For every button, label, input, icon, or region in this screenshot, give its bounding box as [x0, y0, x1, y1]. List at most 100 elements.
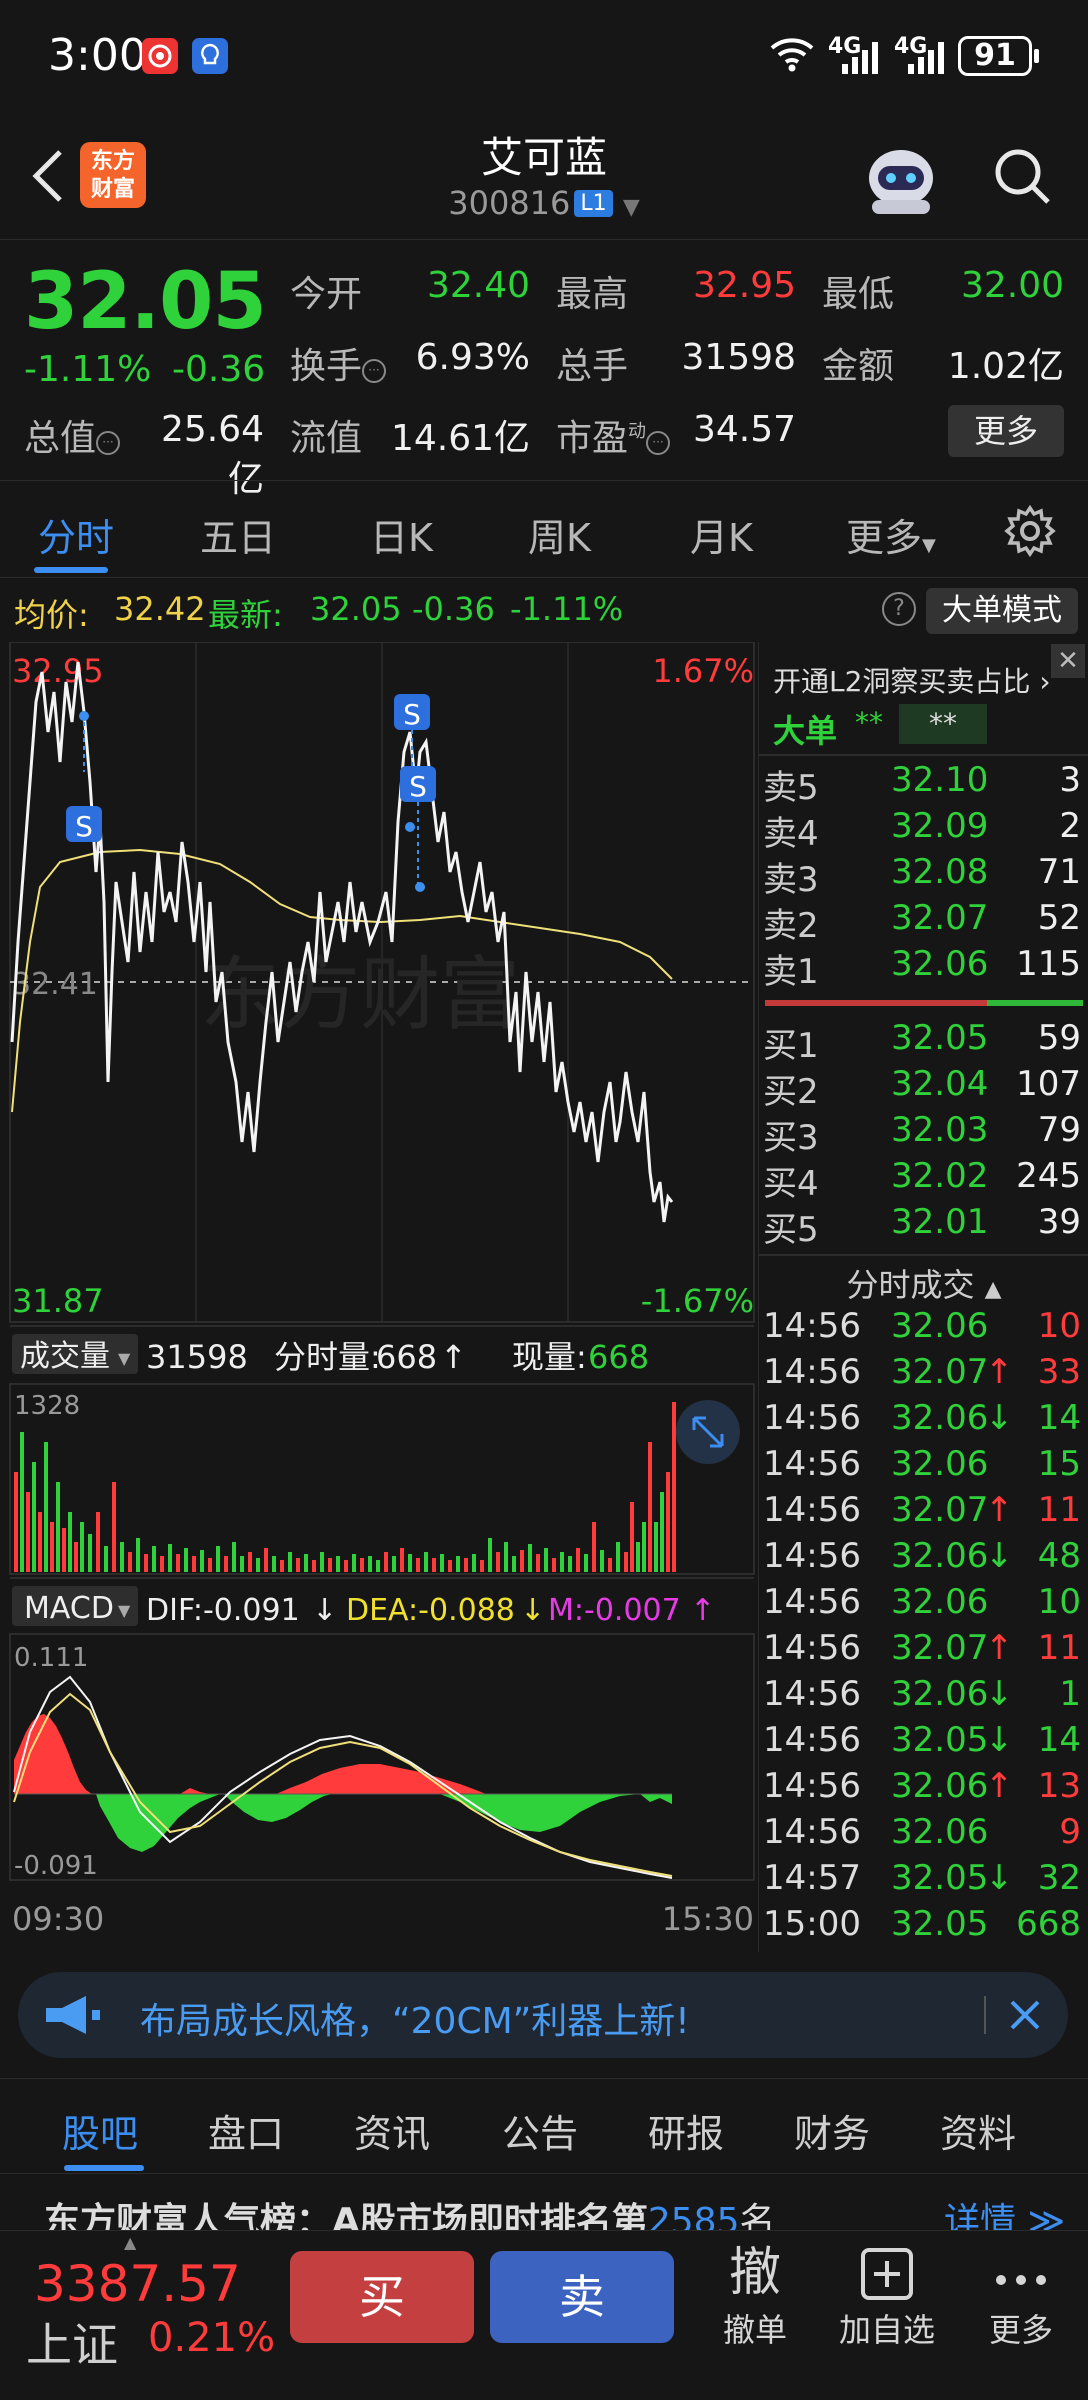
ask-row[interactable]: 卖4 32.09 2 [759, 806, 1088, 854]
tab-intraday[interactable]: 分时 [38, 507, 114, 562]
avg-price-row: 均价: 32.42 最新: 32.05 -0.36 -1.11% ? [0, 578, 1088, 640]
tab-five-day[interactable]: 五日 [200, 507, 276, 562]
market-cap-label: 总值 ··· [24, 409, 121, 461]
macd-selector[interactable]: MACD [24, 1591, 114, 1626]
change-amount: -0.36 [172, 349, 266, 390]
tick-time: 14:56 [763, 1812, 861, 1852]
macd-dif: DIF:-0.091 [146, 1593, 300, 1628]
current-volume-value: 668 [588, 1338, 649, 1376]
ask-row[interactable]: 卖5 32.10 3 [759, 760, 1088, 808]
tick-trade-row: 14:56 32.05 ↓ 14 [759, 1720, 1088, 1766]
more-quote-button[interactable]: 更多 [948, 405, 1064, 457]
plus-box-icon [832, 2241, 942, 2305]
index-name: 上证 [26, 2318, 118, 2372]
sell-button[interactable]: 卖 [490, 2251, 674, 2343]
tick-volume: 15 [1037, 1444, 1081, 1484]
tab-monthly-k[interactable]: 月K [690, 507, 753, 562]
details-link[interactable]: 详情 ≫ [944, 2192, 1065, 2230]
notification-bulb-icon [192, 38, 228, 74]
macd-top-label: 0.111 [14, 1643, 88, 1673]
tick-direction-arrow: ↑ [985, 1352, 1014, 1392]
tick-volume: 9 [1059, 1812, 1081, 1852]
tick-time: 14:56 [763, 1490, 861, 1530]
bid-row[interactable]: 买2 32.04 107 [759, 1064, 1088, 1112]
quote-panel: 32.05 -1.11% -0.36 今开 32.40 最高 32.95 最低 … [0, 241, 1088, 500]
intraday-chart-area[interactable]: 东方财富 32.95 1.67% 32.41 31.87 -1.67% S S … [0, 641, 756, 1952]
svg-text:▼: ▼ [118, 1601, 131, 1620]
settings-gear-icon[interactable] [1004, 504, 1056, 561]
popularity-rank-row[interactable]: 东方财富人气榜：A股市场即时排名第2585名 详情 ≫ [0, 2178, 1088, 2230]
promo-banner[interactable]: 布局成长风格，“20CM”利器上新! [18, 1972, 1068, 2058]
tick-volume-arrow: ↑ [440, 1338, 467, 1376]
float-cap-label: 流值 [290, 418, 363, 459]
tab-more[interactable]: 更多▼ [846, 507, 936, 562]
tick-time: 14:56 [763, 1674, 861, 1714]
tab-weekly-k[interactable]: 周K [528, 507, 591, 562]
close-icon[interactable] [1002, 1992, 1048, 2038]
macd-m: M:-0.007 [548, 1593, 681, 1628]
info-dots-icon: ··· [96, 431, 121, 455]
open-value: 32.40 [426, 265, 530, 306]
tick-trades-list[interactable]: 14:56 32.06 10 14:56 32.07 ↑ 33 14:56 32.06 ↓ 14 14… [759, 1306, 1088, 1952]
bid-row[interactable]: 买5 32.01 39 [759, 1202, 1088, 1250]
more-dots-icon [966, 2241, 1076, 2305]
macd-histogram [14, 1714, 672, 1852]
change-percent: -1.11% [24, 349, 152, 390]
tick-price: 32.06 [891, 1812, 989, 1852]
tab-announcements[interactable]: 公告 [502, 2103, 578, 2158]
tick-trade-row: 14:56 32.06 10 [759, 1306, 1088, 1352]
ask-row[interactable]: 卖1 32.06 115 [759, 944, 1088, 992]
tab-finance[interactable]: 财务 [794, 2103, 870, 2158]
tick-price: 32.07 [891, 1352, 989, 1392]
pct-low-label: -1.67% [641, 1282, 754, 1320]
tab-news[interactable]: 资讯 [354, 2103, 430, 2158]
tick-trade-row: 14:56 32.06 ↓ 14 [759, 1398, 1088, 1444]
index-ticker[interactable]: ▲ 3387.57 上证 0.21% [0, 2231, 275, 2400]
tick-trades-toggle[interactable]: 分时成交 ▲ [759, 1260, 1088, 1306]
tab-profile[interactable]: 资料 [940, 2103, 1016, 2158]
big-order-mode-button[interactable]: 大单模式 [926, 588, 1078, 634]
add-watchlist-button[interactable]: 加自选 [832, 2241, 942, 2351]
turnover-value: 6.93% [415, 337, 530, 378]
open-label: 今开 [290, 274, 363, 315]
active-tab-indicator [64, 2165, 144, 2171]
tab-daily-k[interactable]: 日K [370, 507, 433, 562]
tick-trade-row: 14:56 32.07 ↑ 11 [759, 1490, 1088, 1536]
tick-price: 32.06 [891, 1306, 989, 1346]
bid-row[interactable]: 买1 32.05 59 [759, 1018, 1088, 1066]
l2-promo-link[interactable]: 开通L2洞察买卖占比 › [773, 660, 1051, 700]
search-icon[interactable] [990, 144, 1054, 208]
bid-row[interactable]: 买4 32.02 245 [759, 1156, 1088, 1204]
more-menu-button[interactable]: 更多 [966, 2241, 1076, 2351]
tab-forum[interactable]: 股吧 [62, 2103, 138, 2158]
high-label: 最高 [556, 274, 629, 315]
chevron-right-icon: › [1039, 665, 1051, 698]
price-high-label: 32.95 [12, 652, 104, 690]
help-icon[interactable]: ? [882, 592, 916, 626]
tab-research[interactable]: 研报 [648, 2103, 724, 2158]
tick-time: 14:56 [763, 1628, 861, 1668]
avg-label: 均价: [14, 596, 89, 634]
battery-indicator: 91 [958, 36, 1039, 76]
order-book-panel: 开通L2洞察买卖占比 › ✕ 大单 ** ** 卖5 32.10 3 卖4 32.09… [758, 642, 1088, 1952]
tick-price: 32.05 [891, 1720, 989, 1760]
close-icon[interactable]: ✕ [1051, 644, 1085, 678]
bid-row[interactable]: 买3 32.03 79 [759, 1110, 1088, 1158]
volume-value: 31598 [681, 337, 796, 378]
robot-assistant-icon[interactable] [858, 138, 944, 224]
tab-handicap[interactable]: 盘口 [208, 2103, 284, 2158]
buy-button[interactable]: 买 [290, 2251, 474, 2343]
tick-time: 14:56 [763, 1444, 861, 1484]
pe-value: 34.57 [692, 409, 796, 450]
cancel-icon: 撤 [728, 2243, 781, 2303]
tick-trade-row: 14:56 32.06 10 [759, 1582, 1088, 1628]
cancel-order-button[interactable]: 撤 撤单 [700, 2241, 810, 2351]
trade-marker-label: S [409, 770, 427, 803]
trade-marker-label: S [403, 698, 421, 731]
volume-selector[interactable]: 成交量 [20, 1339, 110, 1374]
tick-direction-arrow: ↓ [985, 1398, 1014, 1438]
tick-volume: 13 [1037, 1766, 1081, 1806]
ask-row[interactable]: 卖2 32.07 52 [759, 898, 1088, 946]
index-value: 3387.57 [34, 2255, 241, 2313]
ask-row[interactable]: 卖3 32.08 71 [759, 852, 1088, 900]
